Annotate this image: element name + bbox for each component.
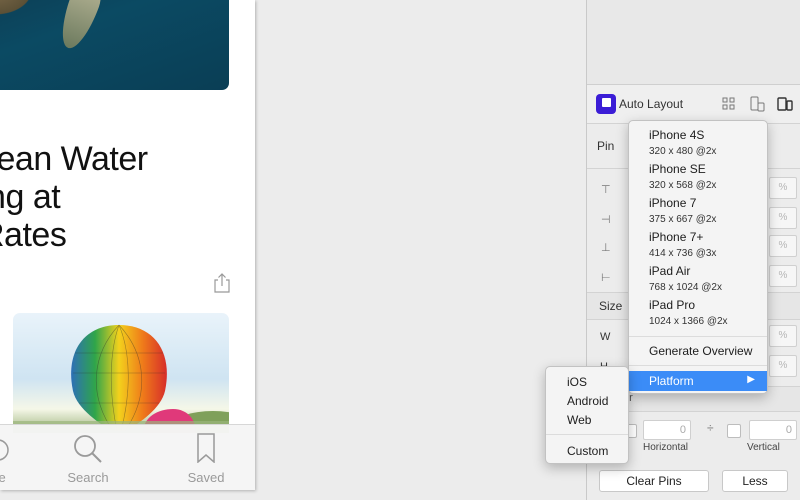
auto-layout-logo-icon xyxy=(596,94,616,114)
artboard-preview: cean Water ing at Rates xyxy=(0,0,255,490)
headline-line: ing at xyxy=(0,178,61,216)
menu-separator xyxy=(629,336,767,337)
device-preview-icon[interactable] xyxy=(749,96,765,112)
platform-item-ios[interactable]: iOS xyxy=(567,375,587,389)
turtle-flipper-shape xyxy=(53,0,107,54)
device-resolution: 320 x 568 @2x xyxy=(649,180,717,191)
balloon-photo xyxy=(13,313,229,433)
devices-icon[interactable] xyxy=(777,96,793,112)
inspector-top-area xyxy=(587,0,800,85)
headline-line: cean Water xyxy=(0,140,148,178)
vertical-offset-field[interactable]: 0 xyxy=(749,420,797,440)
search-icon xyxy=(74,435,102,463)
device-name: iPad Air xyxy=(649,264,691,278)
tab-label: Search xyxy=(67,470,109,485)
tab-saved[interactable]: Saved xyxy=(178,425,234,490)
pin-label: Pin xyxy=(597,139,615,153)
device-item-iphone-7-plus[interactable]: iPhone 7+ 414 x 736 @3x xyxy=(649,230,764,259)
vertical-label: Vertical xyxy=(747,442,780,453)
pin-top-icon: ⊤ xyxy=(601,184,611,196)
headline-line: Rates xyxy=(0,216,67,254)
vertical-center-checkbox[interactable] xyxy=(727,424,741,438)
less-button[interactable]: Less xyxy=(722,470,788,492)
platform-menu-item[interactable]: Platform ▶ xyxy=(629,371,767,391)
submenu-arrow-icon: ▶ xyxy=(747,374,755,385)
device-name: iPhone SE xyxy=(649,162,706,176)
tab-label: Saved xyxy=(187,470,225,485)
tab-featured[interactable]: re xyxy=(0,425,20,490)
bookmark-icon xyxy=(197,433,215,463)
tab-label: re xyxy=(0,470,6,485)
pin-bottom-icon: ⊥ xyxy=(601,242,611,254)
horizontal-offset-field[interactable]: 0 xyxy=(643,420,691,440)
tab-bar: re Search Saved xyxy=(0,424,255,490)
pin-right-icon: ⊢ xyxy=(601,272,611,284)
grid-icon[interactable] xyxy=(721,96,737,112)
device-resolution: 768 x 1024 @2x xyxy=(649,282,722,293)
device-dropdown-menu: iPhone 4S 320 x 480 @2x iPhone SE 320 x … xyxy=(628,120,768,394)
device-resolution: 414 x 736 @3x xyxy=(649,248,717,259)
clear-pins-button[interactable]: Clear Pins xyxy=(599,470,709,492)
device-item-iphone-4s[interactable]: iPhone 4S 320 x 480 @2x xyxy=(649,128,764,157)
device-resolution: 1024 x 1366 @2x xyxy=(649,316,728,327)
percent-toggle[interactable]: % xyxy=(769,177,797,199)
platform-item-custom[interactable]: Custom xyxy=(567,444,608,458)
device-name: iPhone 7+ xyxy=(649,230,704,244)
percent-toggle[interactable]: % xyxy=(769,235,797,257)
tab-search[interactable]: Search xyxy=(58,425,118,490)
device-resolution: 320 x 480 @2x xyxy=(649,146,717,157)
platform-submenu: iOS Android Web Custom xyxy=(545,366,629,464)
hot-air-balloon-illustration xyxy=(13,324,229,433)
platform-label: Platform xyxy=(649,374,694,388)
platform-item-web[interactable]: Web xyxy=(567,413,591,427)
device-item-ipad-air[interactable]: iPad Air 768 x 1024 @2x xyxy=(649,264,764,293)
device-name: iPhone 4S xyxy=(649,128,705,142)
device-name: iPad Pro xyxy=(649,298,696,312)
menu-separator xyxy=(546,434,628,435)
height-percent-toggle[interactable]: % xyxy=(769,355,797,377)
size-label: Size xyxy=(599,299,623,313)
device-item-iphone-se[interactable]: iPhone SE 320 x 568 @2x xyxy=(649,162,764,191)
width-label: W xyxy=(600,331,611,343)
menu-separator xyxy=(629,365,767,366)
plugin-title: Auto Layout xyxy=(619,97,684,111)
device-item-ipad-pro[interactable]: iPad Pro 1024 x 1366 @2x xyxy=(649,298,764,327)
auto-layout-header: Auto Layout xyxy=(587,85,800,124)
device-resolution: 375 x 667 @2x xyxy=(649,214,717,225)
percent-toggle[interactable]: % xyxy=(769,265,797,287)
width-percent-toggle[interactable]: % xyxy=(769,325,797,347)
generate-overview-item[interactable]: Generate Overview xyxy=(649,344,752,358)
pin-left-icon: ⊣ xyxy=(601,214,611,226)
percent-toggle[interactable]: % xyxy=(769,207,797,229)
turtle-photo xyxy=(0,0,229,90)
share-icon[interactable] xyxy=(213,273,231,293)
horizontal-label: Horizontal xyxy=(643,442,689,453)
device-name: iPhone 7 xyxy=(649,196,697,210)
article-headline: cean Water ing at Rates xyxy=(0,140,255,254)
device-item-iphone-7[interactable]: iPhone 7 375 x 667 @2x xyxy=(649,196,764,225)
star-icon xyxy=(0,439,9,461)
vertical-center-icon: ÷ xyxy=(707,421,714,435)
platform-item-android[interactable]: Android xyxy=(567,394,608,408)
